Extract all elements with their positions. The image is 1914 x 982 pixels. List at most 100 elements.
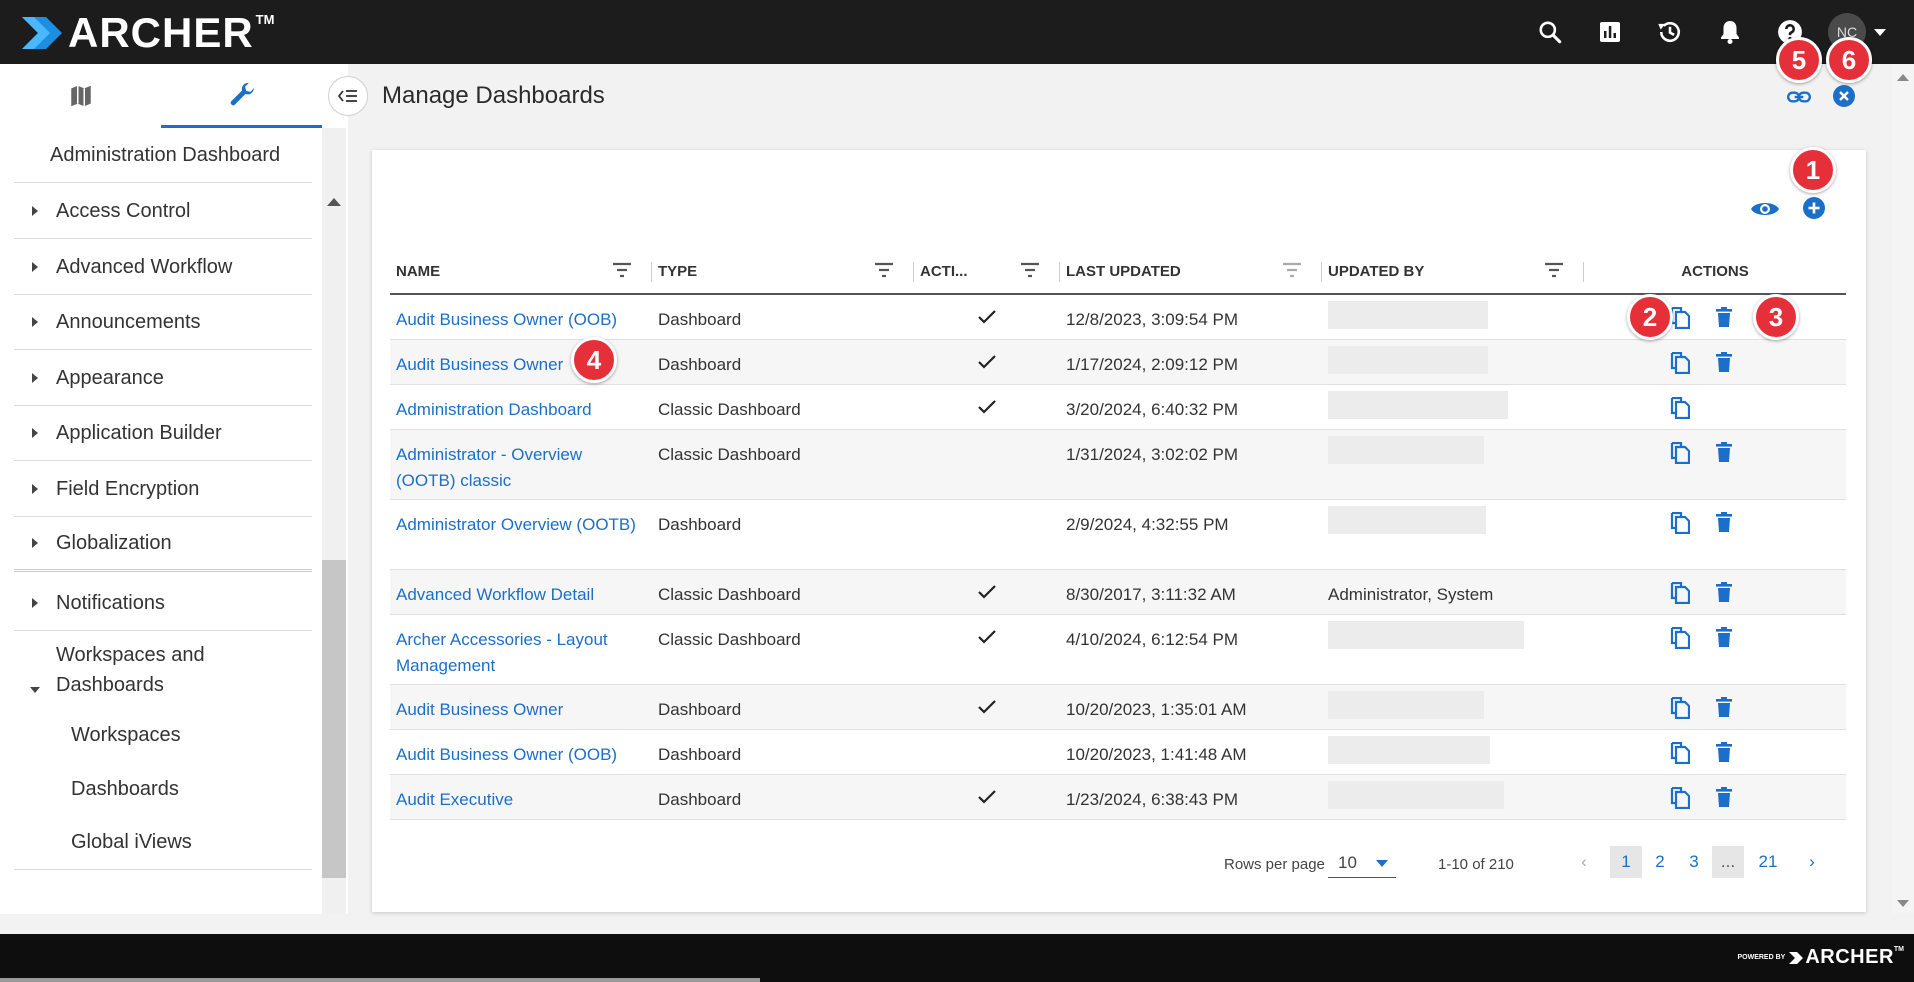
sidebar-item-globalization[interactable]: Globalization	[14, 517, 312, 572]
eye-icon[interactable]	[1750, 198, 1780, 225]
scroll-up-arrow-icon[interactable]	[1897, 74, 1909, 81]
dashboard-name-link[interactable]: Administrator - Overview (OOTB) classic	[396, 445, 582, 490]
sidebar-item-appearance[interactable]: Appearance	[14, 351, 312, 406]
search-icon[interactable]	[1520, 0, 1580, 64]
copy-icon[interactable]	[1670, 351, 1691, 379]
table-row[interactable]: Advanced Workflow Detail Classic Dashboar…	[390, 569, 1846, 615]
sidebar-scrollbar[interactable]	[322, 128, 346, 970]
expand-arrow-icon	[24, 597, 46, 609]
filter-icon[interactable]	[1020, 262, 1040, 282]
sidebar-item-administration-dashboard[interactable]: Administration Dashboard	[14, 128, 312, 183]
add-dashboard-button[interactable]	[1802, 196, 1826, 225]
column-header-label: ACTIONS	[1681, 263, 1749, 280]
page-link-1[interactable]: 1	[1610, 846, 1642, 878]
sidebar-item-advanced-workflow[interactable]: Advanced Workflow	[14, 240, 312, 295]
delete-icon[interactable]	[1716, 626, 1732, 654]
delete-icon[interactable]	[1716, 741, 1732, 769]
page-scrollbar[interactable]	[1892, 64, 1914, 914]
delete-icon[interactable]	[1716, 441, 1732, 469]
sidebar-item-notifications[interactable]: Notifications	[14, 576, 312, 631]
wrench-icon	[230, 82, 254, 105]
page-link-3[interactable]: 3	[1678, 846, 1710, 878]
delete-icon[interactable]	[1716, 511, 1732, 539]
sidebar-subitem-workspaces[interactable]: Workspaces	[14, 708, 312, 762]
column-header-name[interactable]: NAME	[390, 250, 652, 295]
column-header-type[interactable]: TYPE	[652, 250, 914, 295]
delete-icon[interactable]	[1716, 786, 1732, 814]
dashboard-name-link[interactable]: Audit Business Owner	[396, 355, 563, 374]
history-icon[interactable]	[1640, 0, 1700, 64]
tab-administration[interactable]	[161, 64, 322, 128]
dashboard-name-link[interactable]: Audit Business Owner	[396, 700, 563, 719]
redacted-updated-by	[1328, 301, 1488, 329]
sidebar-item-access-control[interactable]: Access Control	[14, 184, 312, 239]
copy-icon[interactable]	[1670, 441, 1691, 469]
next-page-button[interactable]: ›	[1796, 846, 1828, 878]
prev-page-button[interactable]: ‹	[1568, 846, 1600, 878]
reports-icon[interactable]	[1580, 0, 1640, 64]
page-ellipsis[interactable]: ...	[1712, 846, 1744, 878]
table-row[interactable]: Audit Business Owner Dashboard 10/20/2023,…	[390, 684, 1846, 730]
column-header-label: UPDATED BY	[1328, 263, 1425, 280]
filter-icon[interactable]	[874, 262, 894, 282]
scroll-down-arrow-icon[interactable]	[1897, 900, 1909, 907]
table-row[interactable]: Audit Executive Dashboard 1/23/2024, 6:38:…	[390, 774, 1846, 820]
delete-icon[interactable]	[1716, 581, 1732, 609]
updated-by: Administrator, System	[1328, 584, 1494, 604]
filter-icon[interactable]	[1282, 262, 1302, 282]
table-row[interactable]: Archer Accessories - Layout Management Cl…	[390, 614, 1846, 685]
table-row[interactable]: Administrator - Overview (OOTB) classic C…	[390, 429, 1846, 500]
footer-logo-text: ARCHER	[1805, 946, 1894, 968]
sidebar-item-field-encryption[interactable]: Field Encryption	[14, 462, 312, 517]
filter-icon[interactable]	[1544, 262, 1564, 282]
scroll-up-arrow-icon[interactable]	[327, 198, 341, 206]
page-links: ‹ 1 2 3 ... 21 ›	[1568, 846, 1830, 878]
copy-icon[interactable]	[1670, 626, 1691, 654]
dashboard-type: Dashboard	[658, 789, 742, 809]
dashboard-name-link[interactable]: Audit Business Owner (OOB)	[396, 745, 617, 764]
expand-arrow-icon	[24, 483, 46, 495]
filter-icon[interactable]	[612, 262, 632, 282]
page-link-2[interactable]: 2	[1644, 846, 1676, 878]
notifications-icon[interactable]	[1700, 0, 1760, 64]
sidebar-item-announcements[interactable]: Announcements	[14, 295, 312, 350]
tab-navigation[interactable]	[0, 64, 161, 128]
sidebar-subitem-dashboards[interactable]: Dashboards	[14, 762, 312, 816]
column-header-last-updated[interactable]: LAST UPDATED	[1060, 250, 1322, 295]
archer-chevron-icon	[1789, 951, 1804, 964]
page-link-21[interactable]: 21	[1752, 846, 1784, 878]
checkmark-icon	[977, 399, 997, 419]
table-row[interactable]: Audit Business Owner (OOB) Dashboard 10/20…	[390, 729, 1846, 775]
collapse-sidebar-button[interactable]	[328, 76, 368, 116]
delete-icon[interactable]	[1716, 351, 1732, 379]
dashboard-name-link[interactable]: Audit Business Owner (OOB)	[396, 310, 617, 329]
dashboard-name-link[interactable]: Advanced Workflow Detail	[396, 585, 594, 604]
link-icon[interactable]	[1786, 84, 1812, 115]
copy-icon[interactable]	[1670, 786, 1691, 814]
copy-icon[interactable]	[1670, 696, 1691, 724]
archer-logo[interactable]: ARCHER TM	[22, 12, 274, 54]
sidebar-item-application-builder[interactable]: Application Builder	[14, 406, 312, 461]
copy-icon[interactable]	[1670, 741, 1691, 769]
close-icon[interactable]	[1832, 84, 1856, 113]
scrollbar-thumb[interactable]	[322, 560, 346, 878]
dashboard-name-link[interactable]: Audit Executive	[396, 790, 513, 809]
copy-icon[interactable]	[1670, 306, 1691, 334]
sidebar-subitem-global-iviews[interactable]: Global iViews	[14, 816, 312, 870]
sidebar-item-workspaces-and-dashboards[interactable]: Workspaces and Dashboards	[14, 632, 312, 708]
copy-icon[interactable]	[1670, 511, 1691, 539]
chevron-down-icon[interactable]	[1872, 22, 1892, 42]
sidebar-item-label: Appearance	[56, 366, 164, 389]
column-header-active[interactable]: ACTI...	[914, 250, 1060, 295]
table-row[interactable]: Administrator Overview (OOTB) Dashboard 2/…	[390, 499, 1846, 570]
copy-icon[interactable]	[1670, 396, 1691, 424]
column-header-updated-by[interactable]: UPDATED BY	[1322, 250, 1584, 295]
copy-icon[interactable]	[1670, 581, 1691, 609]
delete-icon[interactable]	[1716, 696, 1732, 724]
dashboard-name-link[interactable]: Administrator Overview (OOTB)	[396, 515, 636, 534]
dashboard-name-link[interactable]: Archer Accessories - Layout Management	[396, 630, 608, 675]
delete-icon[interactable]	[1716, 307, 1732, 334]
rows-per-page-select[interactable]: 10	[1328, 848, 1396, 878]
dashboard-name-link[interactable]: Administration Dashboard	[396, 400, 592, 419]
table-row[interactable]: Administration Dashboard Classic Dashboar…	[390, 384, 1846, 430]
